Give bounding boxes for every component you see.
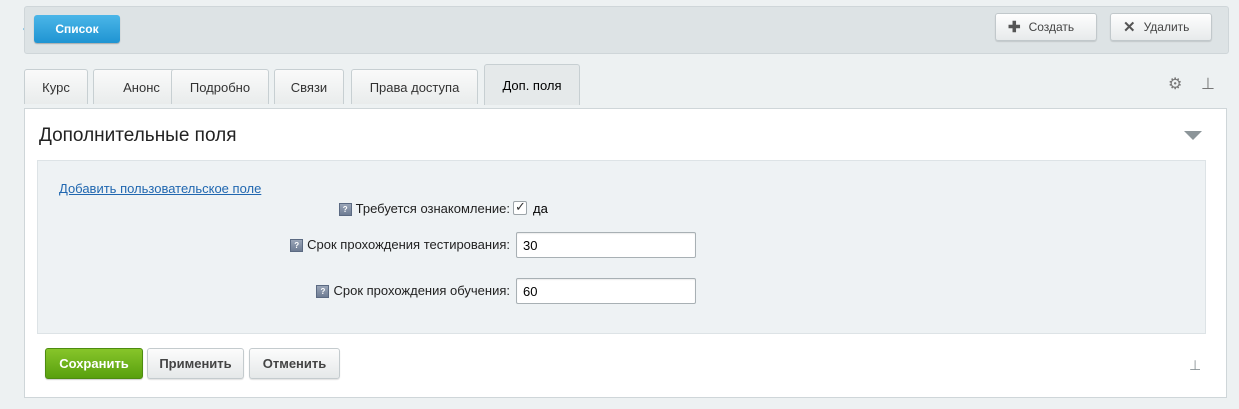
familiarization-checkbox[interactable] [513,199,527,215]
pin-icon[interactable]: ⊥ [1189,357,1201,374]
test-period-label: Срок прохождения тестирования: [307,237,510,252]
study-period-label-row: ? Срок прохождения обучения: [316,283,510,299]
test-period-label-row: ? Срок прохождения тестирования: [290,237,510,253]
create-button[interactable]: ✚ Создать [995,13,1097,41]
list-button[interactable]: Список [34,15,120,43]
close-icon: ✕ [1123,19,1136,36]
delete-button[interactable]: ✕ Удалить [1110,13,1212,41]
create-button-label: Создать [1028,20,1075,34]
tab-extra-fields[interactable]: Доп. поля [484,64,580,105]
gear-icon[interactable]: ⚙ [1168,74,1182,94]
study-period-label: Срок прохождения обучения: [333,283,510,298]
apply-button[interactable]: Применить [147,348,244,379]
panel-title: Дополнительные поля [39,125,237,146]
help-icon[interactable]: ? [290,239,304,253]
familiarization-label: Требуется ознакомление: [355,201,510,216]
study-period-input[interactable] [516,278,696,304]
tab-access-rights[interactable]: Права доступа [351,69,478,104]
add-custom-field-link[interactable]: Добавить пользовательское поле [59,181,261,196]
fields-section: Добавить пользовательское поле ? Требуетс… [37,160,1206,334]
tab-links[interactable]: Связи [274,69,344,104]
familiarization-label-row: ? Требуется ознакомление: [338,201,510,217]
chevron-down-icon[interactable] [1184,131,1202,140]
save-button[interactable]: Сохранить [45,348,143,379]
tab-course[interactable]: Курс [24,69,88,104]
cancel-button[interactable]: Отменить [249,348,340,379]
plus-icon: ✚ [1008,19,1021,36]
tab-details[interactable]: Подробно [171,69,269,104]
test-period-input[interactable] [516,232,696,258]
pin-icon[interactable]: ⊥ [1201,74,1215,94]
delete-button-label: Удалить [1143,20,1190,34]
familiarization-value-label: да [533,201,548,216]
extra-fields-panel: Дополнительные поля Добавить пользовател… [24,108,1227,398]
help-icon[interactable]: ? [316,285,330,299]
help-icon[interactable]: ? [338,203,352,217]
